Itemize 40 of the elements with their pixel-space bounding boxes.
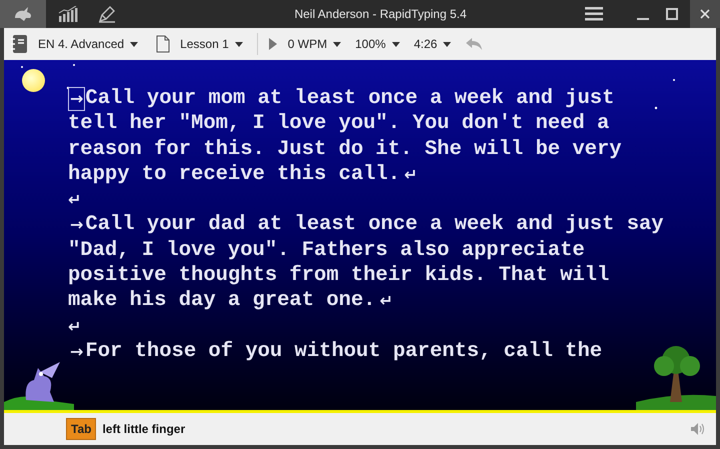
moon-icon bbox=[22, 69, 45, 92]
key-badge: Tab bbox=[66, 418, 96, 440]
maximize-icon[interactable] bbox=[666, 8, 678, 20]
caret-icon bbox=[333, 42, 342, 46]
bar-chart-icon[interactable] bbox=[58, 6, 78, 22]
pen-icon[interactable] bbox=[98, 5, 116, 23]
caret-icon bbox=[130, 42, 138, 46]
tab-mark: → bbox=[68, 86, 86, 111]
lesson-text-line: positive thoughts from their kids. That will bbox=[68, 263, 610, 288]
lesson-text-line: "Dad, I love you". Fathers also appreciate bbox=[68, 238, 585, 264]
lesson-text-line: reason for this. Just do it. She will be very bbox=[68, 136, 622, 162]
close-button[interactable] bbox=[690, 0, 720, 28]
return-mark: ↵ bbox=[68, 316, 82, 338]
time-dropdown[interactable]: 4:26 bbox=[410, 35, 456, 53]
menu-icon[interactable] bbox=[585, 7, 603, 21]
return-mark: ↵ bbox=[380, 290, 393, 312]
speed-dropdown[interactable]: 0 WPM bbox=[284, 35, 346, 53]
lesson-text-line: Call your dad at least once a week and just say bbox=[85, 212, 664, 238]
caret-icon bbox=[392, 42, 400, 46]
lesson-dropdown[interactable]: Lesson 1 bbox=[176, 35, 247, 53]
play-icon[interactable] bbox=[268, 37, 278, 51]
lesson-text-line: make his day a great one. bbox=[68, 288, 376, 314]
lesson-text-line: Call your mom at least once a week and just bbox=[85, 86, 614, 112]
window-title: Neil Anderson - RapidTyping 5.4 bbox=[293, 6, 468, 23]
home-tab[interactable] bbox=[0, 0, 46, 28]
caret-icon bbox=[443, 42, 452, 46]
page-icon[interactable] bbox=[156, 35, 170, 53]
course-dropdown[interactable]: EN 4. Advanced bbox=[34, 35, 142, 53]
tab-mark: → bbox=[69, 214, 84, 236]
caret-icon bbox=[234, 42, 243, 46]
finger-hint: left little finger bbox=[102, 421, 186, 438]
accuracy-dropdown[interactable]: 100% bbox=[351, 35, 404, 53]
lesson-text-line: happy to receive this call. bbox=[68, 162, 400, 188]
return-mark: ↵ bbox=[404, 164, 418, 186]
notebook-icon[interactable] bbox=[10, 34, 28, 54]
close-icon bbox=[700, 9, 710, 19]
tab-mark: → bbox=[69, 340, 84, 363]
return-mark: ↵ bbox=[68, 189, 82, 212]
lesson-text-line: For those of you without parents, call the bbox=[85, 338, 602, 364]
lesson-text-line: tell her "Mom, I love you". You don't need a bbox=[68, 111, 610, 137]
